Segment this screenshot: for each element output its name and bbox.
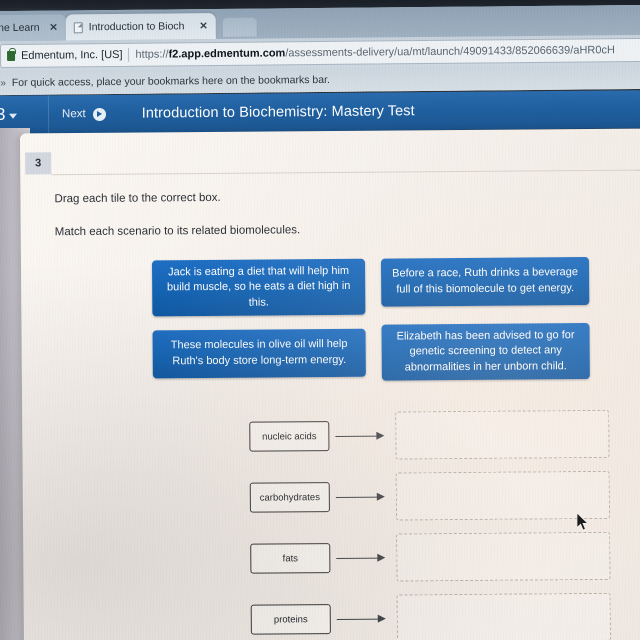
arrow-right-icon xyxy=(336,613,387,625)
divider xyxy=(51,169,640,176)
category-label[interactable]: proteins xyxy=(250,604,331,635)
url-path: /assessments-delivery/ua/mt/launch/49091… xyxy=(285,44,615,60)
url-scheme: https:// xyxy=(135,48,169,61)
browser-tab-1[interactable]: Introduction to Biochemi ✕ xyxy=(65,13,216,41)
arrow-right-circle-icon xyxy=(92,107,106,121)
url-host: f2.app.edmentum.com xyxy=(168,47,286,61)
category-label[interactable]: fats xyxy=(250,543,331,574)
instruction-line-1: Drag each tile to the correct box. xyxy=(54,191,221,206)
assessment-header: 3 Next Introduction to Biochemistry: Mas… xyxy=(0,90,640,134)
close-icon[interactable]: ✕ xyxy=(49,22,57,33)
arrow-right-icon xyxy=(335,491,386,503)
new-tab-button[interactable] xyxy=(221,16,258,37)
page-title: Introduction to Biochemistry: Mastery Te… xyxy=(141,103,415,122)
close-icon[interactable]: ✕ xyxy=(199,21,207,32)
match-row: proteins xyxy=(24,588,640,640)
drop-zone[interactable] xyxy=(395,409,610,460)
browser-tab-1-label: Introduction to Biochemi xyxy=(88,20,185,34)
screen-photo: ine Learn ✕ Introduction to Biochemi ✕ E… xyxy=(0,0,640,640)
match-row: carbohydrates xyxy=(23,466,640,529)
site-identity-label: Edmentum, Inc. [US] xyxy=(20,48,123,62)
address-bar[interactable]: Edmentum, Inc. [US] https://f2.app.edmen… xyxy=(0,37,640,69)
browser-tab-0[interactable]: ine Learn ✕ xyxy=(0,14,66,42)
question-number-dropdown[interactable]: 3 xyxy=(0,104,48,124)
drop-zone[interactable] xyxy=(395,470,611,521)
match-row: fats xyxy=(23,527,640,590)
drag-tile[interactable]: Jack is eating a diet that will help him… xyxy=(151,258,366,317)
arrow-right-icon xyxy=(336,552,386,564)
omnibox-divider xyxy=(128,47,130,62)
match-row: nucleic acids xyxy=(22,405,640,468)
drop-zone[interactable] xyxy=(396,592,611,640)
drag-tile[interactable]: Before a race, Ruth drinks a beverage fu… xyxy=(380,257,590,307)
category-label[interactable]: nucleic acids xyxy=(249,421,330,452)
arrow-right-icon xyxy=(335,430,385,442)
browser-tabstrip: ine Learn ✕ Introduction to Biochemi ✕ xyxy=(0,4,640,42)
bookmarks-overflow-icon[interactable]: » xyxy=(0,78,6,89)
browser-tab-0-label: ine Learn xyxy=(0,21,40,35)
url-text: https://f2.app.edmentum.com/assessments-… xyxy=(135,44,614,61)
lock-icon xyxy=(6,50,16,62)
question-number-value: 3 xyxy=(0,104,6,124)
instruction-line-2: Match each scenario to its related biomo… xyxy=(54,224,301,239)
browser-chrome: ine Learn ✕ Introduction to Biochemi ✕ E… xyxy=(0,4,640,96)
chevron-down-icon xyxy=(9,113,18,119)
drag-tile[interactable]: These molecules in olive oil will help R… xyxy=(152,328,366,379)
question-number-badge: 3 xyxy=(25,152,52,175)
test-content-area: 3 Drag each tile to the correct box. Mat… xyxy=(19,128,640,640)
drop-zone[interactable] xyxy=(396,531,611,582)
page-icon xyxy=(73,21,83,33)
next-button-label: Next xyxy=(61,108,86,121)
bookmarks-hint-text: For quick access, place your bookmarks h… xyxy=(11,73,330,89)
category-label[interactable]: carbohydrates xyxy=(249,482,330,513)
drag-tile[interactable]: Elizabeth has been advised to go for gen… xyxy=(381,323,590,381)
next-button[interactable]: Next xyxy=(49,107,119,121)
